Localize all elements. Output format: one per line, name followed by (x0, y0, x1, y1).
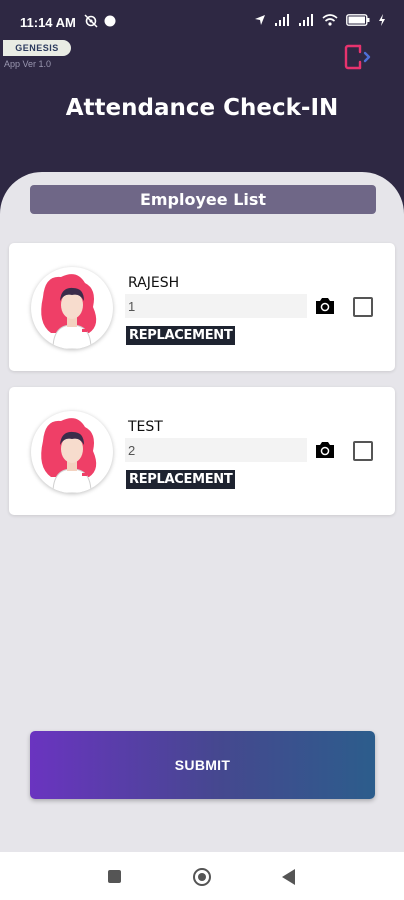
app-version: App Ver 1.0 (4, 59, 52, 69)
status-bar: 11:14 AM (0, 0, 404, 44)
status-time: 11:14 AM (20, 15, 76, 30)
attendance-checkbox[interactable] (353, 441, 373, 461)
employee-name: RAJESH (128, 275, 180, 291)
home-icon[interactable] (193, 868, 211, 886)
employee-list-header: Employee List (30, 185, 376, 214)
back-icon[interactable] (282, 869, 295, 885)
submit-button[interactable]: SUBMIT (30, 731, 375, 799)
avatar-illustration (41, 274, 97, 349)
attendance-checkbox[interactable] (353, 297, 373, 317)
dot-icon (104, 15, 116, 27)
avatar-illustration (41, 418, 97, 493)
battery-icon (346, 14, 370, 26)
wifi-icon (322, 14, 338, 26)
signal-icon (275, 14, 289, 26)
replacement-button[interactable]: REPLACEMENT (126, 326, 236, 345)
page-title: Attendance Check-IN (65, 95, 339, 121)
avatar (31, 411, 113, 493)
android-nav-bar (0, 852, 404, 900)
charging-icon (379, 14, 385, 26)
employee-name: TEST (128, 419, 163, 435)
replacement-button[interactable]: REPLACEMENT (126, 470, 236, 489)
employee-card: TEST REPLACEMENT (9, 387, 395, 515)
app-logo: GENESIS (3, 40, 71, 56)
avatar (31, 267, 113, 349)
logout-icon[interactable] (343, 42, 373, 72)
employee-card: RAJESH REPLACEMENT (9, 243, 395, 371)
employee-id-input[interactable] (125, 294, 307, 318)
settings-off-icon (84, 14, 98, 28)
employee-id-input[interactable] (125, 438, 307, 462)
recent-apps-icon[interactable] (108, 870, 121, 883)
location-icon (255, 15, 265, 25)
camera-icon[interactable] (314, 296, 336, 316)
signal-icon (299, 14, 313, 26)
camera-icon[interactable] (314, 440, 336, 460)
